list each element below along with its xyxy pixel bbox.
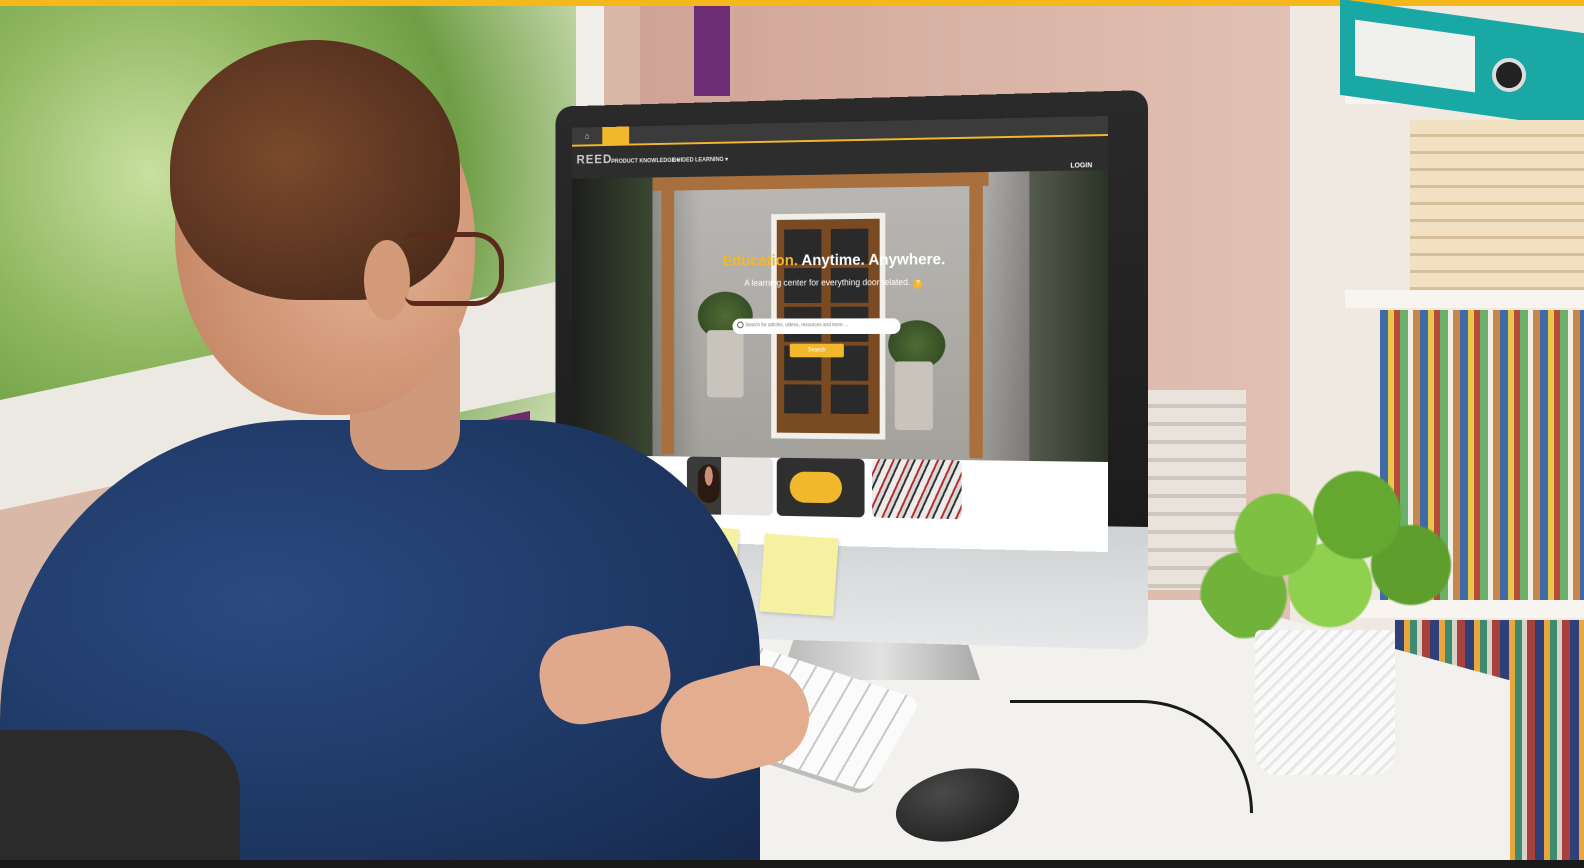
search-input[interactable]: Search for articles, videos, resources a… <box>732 318 901 334</box>
sticky-note <box>759 533 839 617</box>
person-ear <box>364 240 410 320</box>
hero-headline: Education. Anytime. Anywhere. <box>572 250 1108 272</box>
headline-rest: Anytime. Anywhere. <box>797 251 946 270</box>
search-icon <box>737 321 744 329</box>
active-tab[interactable] <box>602 126 630 145</box>
porch-post <box>969 181 983 459</box>
feature-card-documents[interactable] <box>872 458 962 520</box>
search-placeholder: Search for articles, videos, resources a… <box>745 322 848 329</box>
shelf-board <box>1345 290 1584 308</box>
feature-card-cloud[interactable] <box>776 457 865 518</box>
hero-banner <box>572 170 1108 462</box>
help-icon[interactable]: ? <box>913 279 923 289</box>
hero-foliage-left <box>572 177 653 457</box>
cloud-icon <box>789 471 842 504</box>
planter <box>706 330 744 398</box>
reed-logo[interactable]: REED <box>576 152 612 167</box>
binder-ring-hole <box>1492 58 1526 92</box>
nav-guided-learning[interactable]: GUIDED LEARNING ▾ <box>672 156 728 164</box>
plant-pot <box>1255 630 1395 775</box>
card-photo <box>697 464 720 504</box>
login-link[interactable]: LOGIN <box>1070 162 1092 169</box>
home-icon[interactable]: ⌂ <box>577 129 597 143</box>
office-chair <box>0 730 240 868</box>
nav-product-knowledge[interactable]: PRODUCT KNOWLEDGE ▾ <box>611 157 679 165</box>
stacked-books <box>1410 120 1584 290</box>
plant-leaves <box>1195 455 1465 655</box>
headline-accent: Education. <box>722 252 798 270</box>
wall-trim <box>694 6 730 96</box>
planter <box>894 361 933 431</box>
hero-subhead: A learning center for everything door re… <box>572 276 1108 290</box>
subhead-text: A learning center for everything door re… <box>744 277 911 288</box>
search-button[interactable]: Search <box>789 343 844 358</box>
hero-foliage-right <box>1029 170 1108 462</box>
eyeglasses <box>405 232 504 306</box>
bottom-border <box>0 860 1584 868</box>
porch-post <box>661 186 675 455</box>
